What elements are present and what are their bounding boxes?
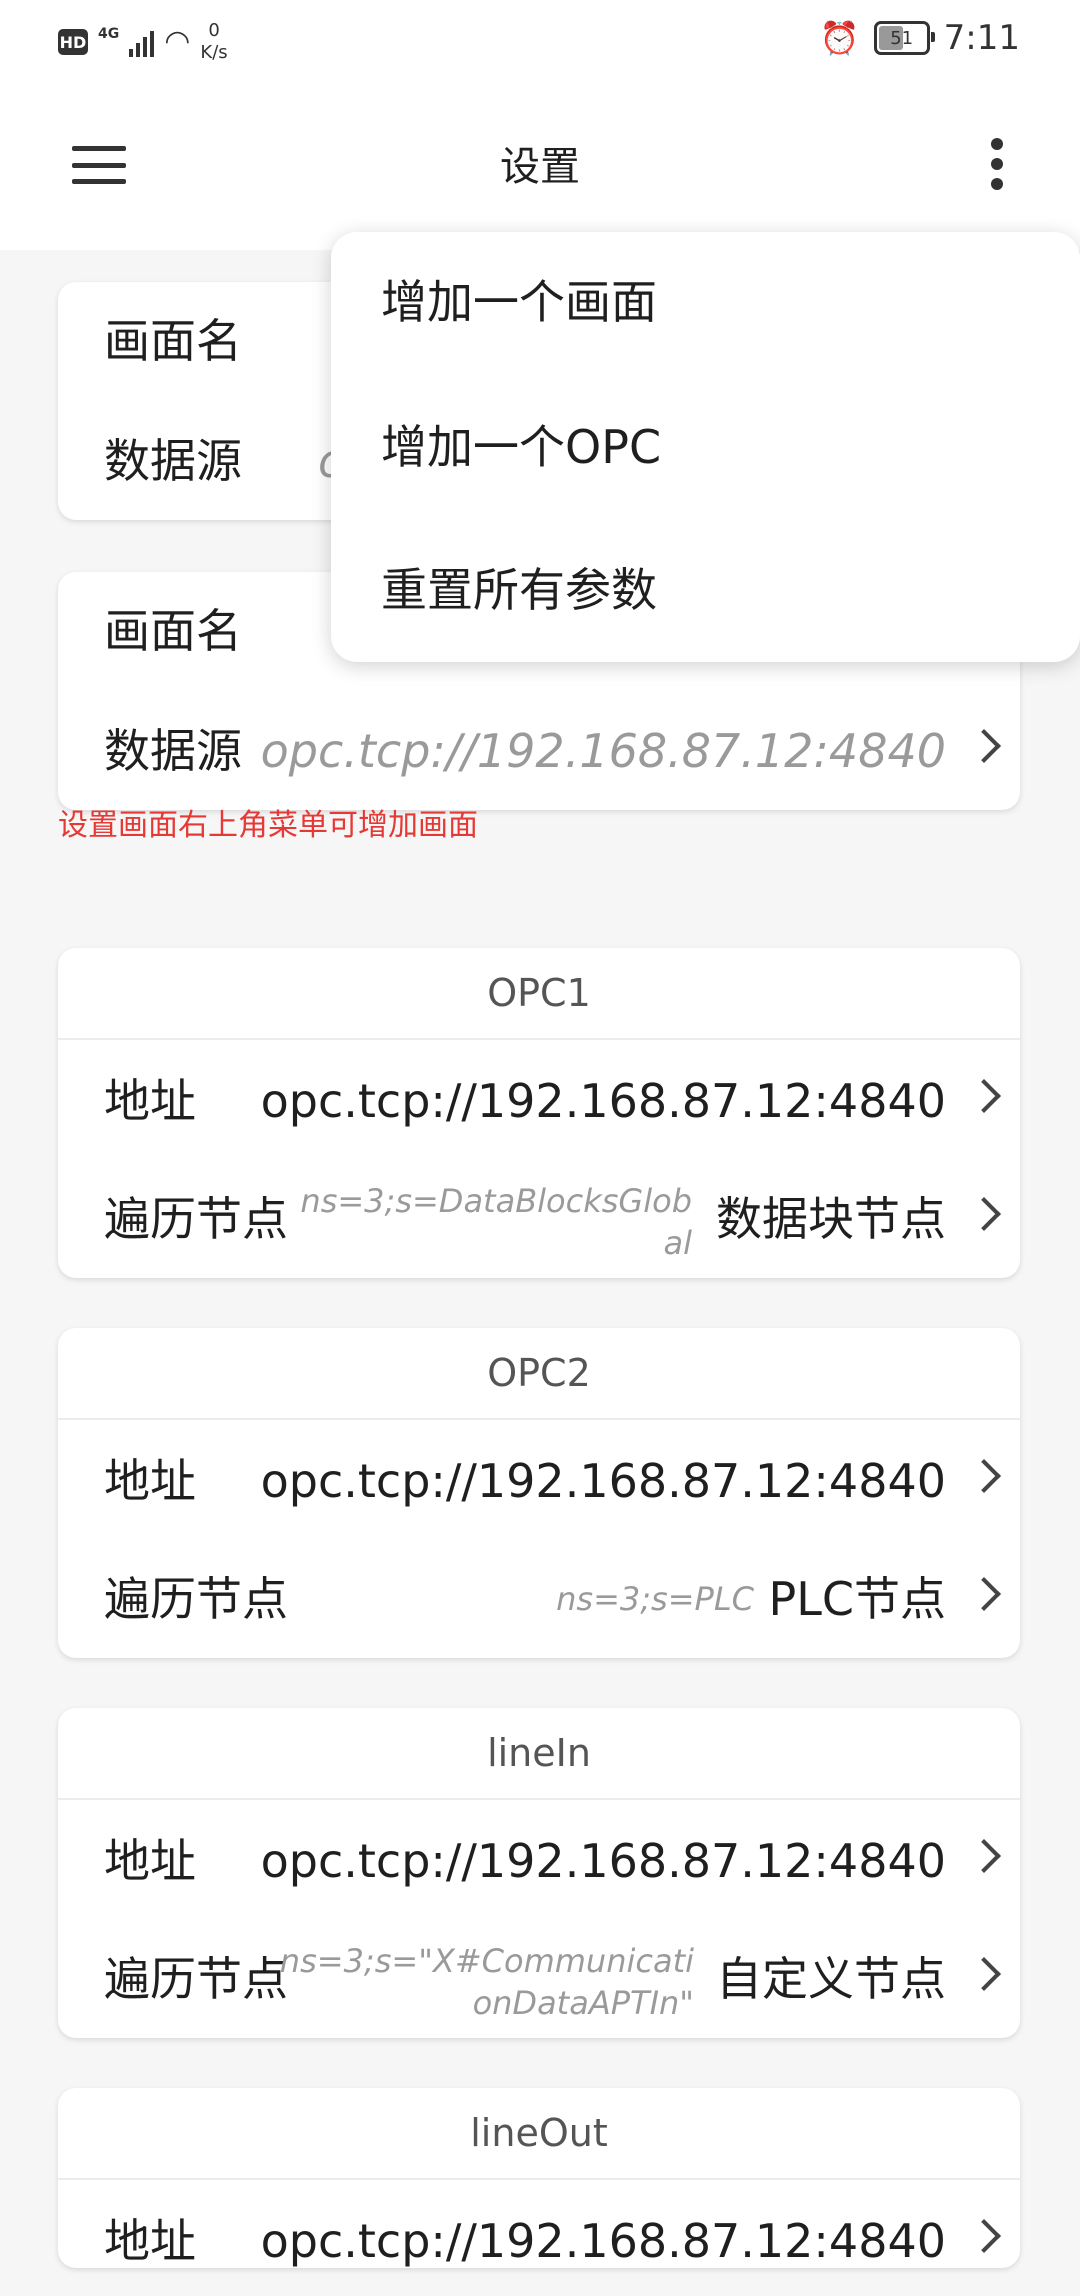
popup-arrow: [980, 206, 1028, 232]
opc-card-4: lineOut 地址 opc.tcp://192.168.87.12:4840: [58, 2088, 1020, 2268]
node-id-line-2: al: [663, 1224, 693, 1262]
page-title: 设置: [500, 144, 580, 190]
node-label: 遍历节点: [104, 1952, 288, 2006]
chevron-right-icon: [967, 1459, 1001, 1493]
address-value: opc.tcp://192.168.87.12:4840: [260, 1834, 946, 1888]
wifi-icon: ◠: [164, 24, 191, 59]
battery-level: 51: [890, 27, 914, 49]
node-type: PLC节点: [768, 1572, 947, 1626]
node-id: ns=3;s=DataBlocksGlob al: [272, 1180, 692, 1264]
alarm-icon: ⏰: [819, 19, 860, 57]
network-speed: 0 K/s: [200, 20, 227, 64]
screen-source-label: 数据源: [104, 724, 242, 778]
battery-icon: 51: [873, 21, 935, 55]
node-id-line-1: ns=3;s=PLC: [556, 1580, 754, 1618]
opc-card-title: lineOut: [58, 2088, 1020, 2180]
network-type: 4G: [98, 26, 120, 42]
node-row[interactable]: 遍历节点 ns=3;s=PLC PLC节点: [58, 1544, 1020, 1654]
address-label: 地址: [104, 1454, 196, 1508]
opc-card-title: OPC2: [58, 1328, 1020, 1420]
address-label: 地址: [104, 2214, 196, 2268]
chevron-right-icon: [967, 1197, 1001, 1231]
node-row[interactable]: 遍历节点 ns=3;s=DataBlocksGlob al 数据块节点: [58, 1164, 1020, 1274]
menu-item-reset-params[interactable]: 重置所有参数: [381, 520, 657, 660]
node-id: ns=3;s="X#Communicati onDataAPTIn": [274, 1940, 694, 2024]
more-vert-icon[interactable]: [990, 138, 1004, 190]
status-left: HD 4G ◠ 0 K/s: [58, 20, 228, 64]
chevron-right-icon: [967, 1079, 1001, 1113]
address-label: 地址: [104, 1074, 196, 1128]
node-id: ns=3;s=PLC: [454, 1578, 754, 1620]
chevron-right-icon: [967, 1957, 1001, 1991]
opc-card-title: lineIn: [58, 1708, 1020, 1800]
address-value: opc.tcp://192.168.87.12:4840: [260, 1074, 946, 1128]
opc-card-title: OPC1: [58, 948, 1020, 1040]
node-label: 遍历节点: [104, 1192, 288, 1246]
node-id-line-2: onDataAPTIn": [472, 1984, 694, 2022]
speed-value: 0: [208, 20, 220, 41]
hd-badge: HD: [58, 29, 88, 55]
node-type: 自定义节点: [716, 1952, 946, 2006]
screen-source-row[interactable]: 数据源 opc.tcp://192.168.87.12:4840: [58, 696, 1020, 806]
screen-name-label: 画面名: [104, 314, 242, 368]
node-id-line-1: ns=3;s=DataBlocksGlob: [300, 1182, 692, 1220]
address-row[interactable]: 地址 opc.tcp://192.168.87.12:4840: [58, 1426, 1020, 1536]
address-value: opc.tcp://192.168.87.12:4840: [260, 1454, 946, 1508]
node-type: 数据块节点: [716, 1192, 946, 1246]
address-row[interactable]: 地址 opc.tcp://192.168.87.12:4840: [58, 1806, 1020, 1916]
screen-source-value: opc.tcp://192.168.87.12:4840: [260, 724, 946, 778]
address-label: 地址: [104, 1834, 196, 1888]
opc-card-3: lineIn 地址 opc.tcp://192.168.87.12:4840 遍…: [58, 1708, 1020, 2038]
hint-text: 设置画面右上角菜单可增加画面: [58, 808, 478, 843]
chevron-right-icon: [967, 1577, 1001, 1611]
chevron-right-icon: [967, 1839, 1001, 1873]
app-bar: 设置: [0, 80, 1080, 250]
screen-name-label: 画面名: [104, 604, 242, 658]
menu-item-add-opc[interactable]: 增加一个OPC: [381, 377, 661, 517]
node-label: 遍历节点: [104, 1572, 288, 1626]
address-value: opc.tcp://192.168.87.12:4840: [260, 2214, 946, 2268]
opc-card-1: OPC1 地址 opc.tcp://192.168.87.12:4840 遍历节…: [58, 948, 1020, 1278]
address-row[interactable]: 地址 opc.tcp://192.168.87.12:4840: [58, 2186, 1020, 2296]
node-row[interactable]: 遍历节点 ns=3;s="X#Communicati onDataAPTIn" …: [58, 1924, 1020, 2034]
chevron-right-icon: [967, 2219, 1001, 2253]
node-id-line-1: ns=3;s="X#Communicati: [279, 1942, 694, 1980]
speed-unit: K/s: [200, 42, 228, 63]
menu-item-add-screen[interactable]: 增加一个画面: [381, 232, 657, 372]
opc-card-2: OPC2 地址 opc.tcp://192.168.87.12:4840 遍历节…: [58, 1328, 1020, 1658]
screen-source-label: 数据源: [104, 434, 242, 488]
chevron-right-icon: [967, 729, 1001, 763]
status-right: ⏰ 51 7:11: [820, 18, 1020, 58]
clock: 7:11: [943, 18, 1020, 58]
overflow-menu: 增加一个画面 增加一个OPC 重置所有参数: [331, 232, 1080, 662]
address-row[interactable]: 地址 opc.tcp://192.168.87.12:4840: [58, 1046, 1020, 1156]
status-bar: HD 4G ◠ 0 K/s ⏰ 51 7:11: [0, 0, 1080, 80]
signal-icon: [129, 27, 155, 57]
